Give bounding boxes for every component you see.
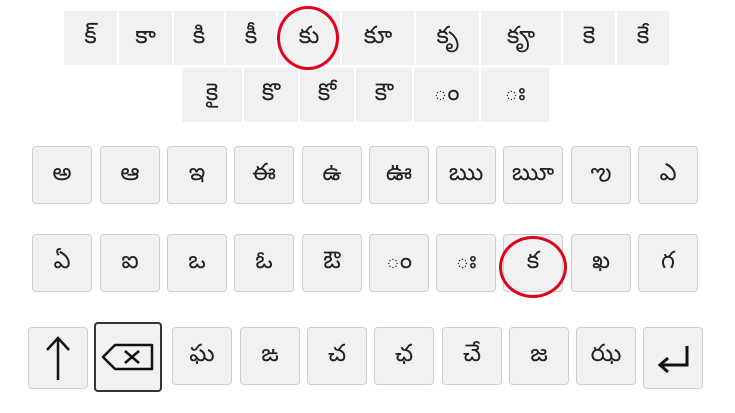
key[interactable]: జ xyxy=(509,327,569,385)
key[interactable]: ౠ xyxy=(503,146,563,204)
key[interactable]: ఝ xyxy=(576,327,636,385)
suggestion-item[interactable]: కీ xyxy=(226,11,276,65)
key[interactable]: ఈ xyxy=(234,146,294,204)
suggestion-item[interactable]: క్ xyxy=(64,11,117,65)
suggestion-item[interactable]: కై xyxy=(182,68,242,122)
shift-key[interactable] xyxy=(28,327,88,389)
key[interactable]: ఓ xyxy=(234,234,294,292)
backspace-icon xyxy=(101,342,155,372)
key[interactable]: ఋ xyxy=(436,146,496,204)
key[interactable]: ఎ xyxy=(638,146,698,204)
backspace-key[interactable] xyxy=(94,322,162,392)
suggestion-item[interactable]: కా xyxy=(119,11,172,65)
key[interactable]: ఖ xyxy=(571,234,631,292)
suggestion-item[interactable]: ః xyxy=(481,68,549,122)
key[interactable]: ఒ xyxy=(167,234,227,292)
key[interactable]: ఏ xyxy=(32,234,92,292)
key[interactable]: చే xyxy=(442,327,502,385)
key[interactable]: అ xyxy=(32,146,92,204)
suggestion-item[interactable]: కృ xyxy=(416,11,479,65)
shift-icon xyxy=(45,334,71,382)
suggestion-item[interactable]: కి xyxy=(174,11,224,65)
key[interactable]: ఔ xyxy=(302,234,362,292)
suggestion-item-highlighted[interactable]: కు xyxy=(278,11,340,65)
key[interactable]: ః xyxy=(436,234,496,292)
key[interactable]: ఛ xyxy=(374,327,434,385)
key-ka-highlighted[interactable]: క xyxy=(503,234,563,292)
key[interactable]: ఊ xyxy=(369,146,429,204)
key[interactable]: ం xyxy=(369,234,429,292)
suggestion-item[interactable]: కే xyxy=(617,11,669,65)
suggestion-item[interactable]: ం xyxy=(414,68,479,122)
suggestion-item[interactable]: కె xyxy=(563,11,615,65)
suggestion-item[interactable]: కూ xyxy=(342,11,414,65)
key[interactable]: ఇ xyxy=(167,146,227,204)
suggestion-item[interactable]: కౄ xyxy=(481,11,561,65)
key[interactable]: ఉ xyxy=(302,146,362,204)
key[interactable]: ఐ xyxy=(100,234,160,292)
key[interactable]: ఙ xyxy=(240,327,300,385)
key[interactable]: చ xyxy=(307,327,367,385)
suggestion-item[interactable]: కొ xyxy=(244,68,298,122)
key[interactable]: ఌ xyxy=(571,146,631,204)
key[interactable]: గ xyxy=(638,234,698,292)
suggestion-item[interactable]: కౌ xyxy=(356,68,412,122)
suggestion-item[interactable]: కో xyxy=(300,68,354,122)
key[interactable]: ఆ xyxy=(100,146,160,204)
enter-key[interactable] xyxy=(643,327,703,389)
key[interactable]: ఘ xyxy=(172,327,232,385)
enter-icon xyxy=(655,343,691,373)
